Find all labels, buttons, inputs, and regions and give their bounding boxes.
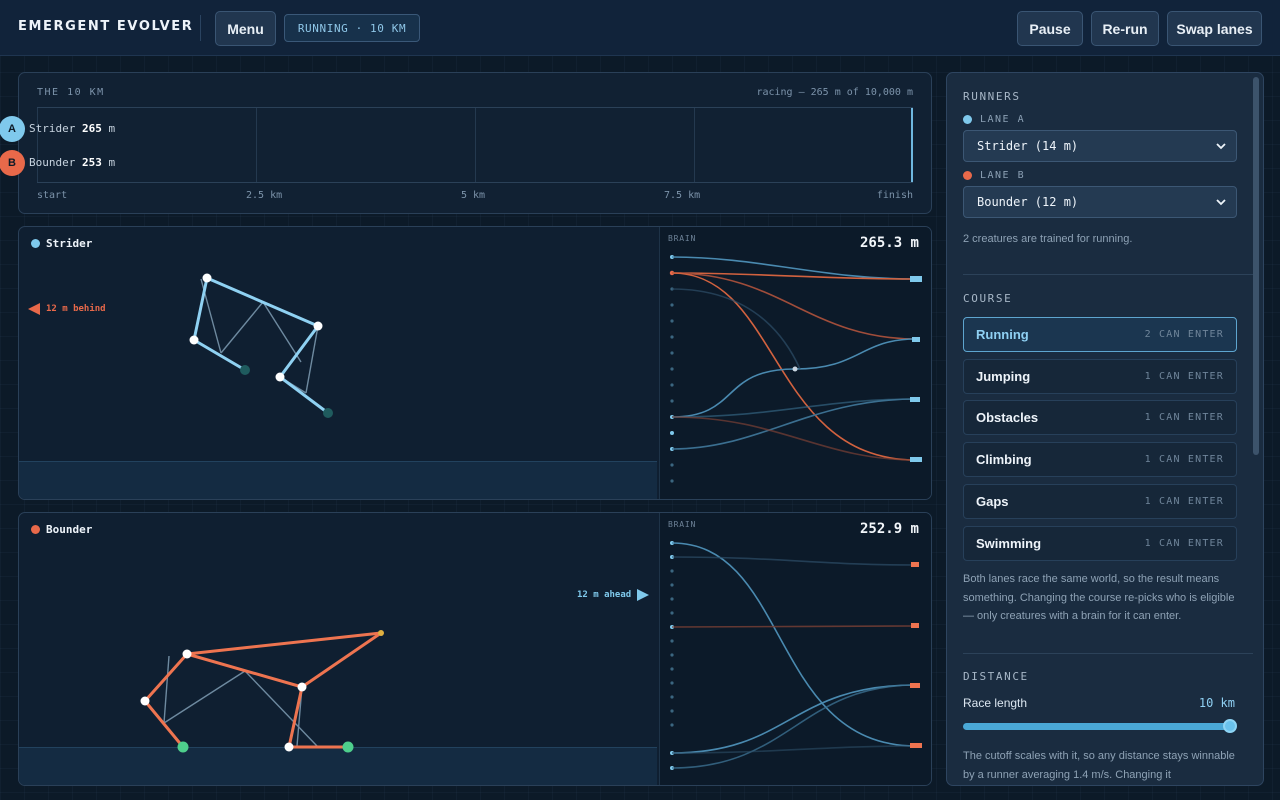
course-option-obstacles[interactable]: Obstacles 1 CAN ENTER	[963, 400, 1237, 435]
course-name: Climbing	[976, 452, 1032, 467]
runners-title: RUNNERS	[963, 90, 1021, 103]
lane-b-distance: 253	[81, 156, 102, 169]
lane-b-name: Bounder	[29, 156, 76, 169]
strider-panel: Strider 12 m behind BRAIN 265.3 m	[18, 226, 932, 500]
bounder-brain-graph	[670, 541, 922, 770]
pause-button[interactable]: Pause	[1017, 11, 1083, 46]
lane-a-heading-label: LANE A	[980, 114, 1026, 125]
bounder-creature	[140, 630, 384, 753]
lane-a-select[interactable]: Strider (14 m)	[963, 130, 1237, 162]
course-option-swimming[interactable]: Swimming 1 CAN ENTER	[963, 526, 1237, 561]
track-status: racing — 265 m of 10,000 m	[756, 87, 913, 98]
lane-a-progress: Strider 265 m	[29, 122, 115, 135]
strider-brain-graph	[669, 255, 922, 483]
course-option-climbing[interactable]: Climbing 1 CAN ENTER	[963, 442, 1237, 477]
course-name: Gaps	[976, 494, 1009, 509]
lane-b-badge: B	[0, 150, 25, 176]
lane-b-select-value: Bounder (12 m)	[977, 195, 1079, 209]
strider-creature	[189, 273, 333, 418]
lane-a-select-value: Strider (14 m)	[977, 139, 1079, 153]
lane-a-heading: LANE A	[963, 114, 1025, 125]
rerun-button[interactable]: Re-run	[1091, 11, 1159, 46]
runners-note: 2 creatures are trained for running.	[963, 233, 1133, 245]
track-title: THE 10 KM	[37, 87, 105, 98]
lane-b-heading-label: LANE B	[980, 170, 1026, 181]
course-option-running[interactable]: Running 2 CAN ENTER	[963, 317, 1237, 352]
course-name: Running	[976, 327, 1029, 342]
race-length-slider[interactable]	[963, 723, 1231, 730]
track-finish-line	[911, 108, 913, 182]
tick-finish: finish	[876, 190, 913, 201]
track-area	[37, 107, 913, 183]
course-eligibility: 1 CAN ENTER	[1144, 412, 1224, 423]
distance-title: DISTANCE	[963, 670, 1029, 683]
tick-5km: 5 km	[461, 190, 486, 201]
lane-b-unit: m	[108, 156, 116, 169]
lane-a-dot-icon	[963, 115, 972, 124]
menu-button[interactable]: Menu	[215, 11, 276, 46]
tick-7-5km: 7.5 km	[664, 190, 701, 201]
course-name: Jumping	[976, 369, 1031, 384]
course-title: COURSE	[963, 292, 1013, 305]
course-eligibility: 1 CAN ENTER	[1144, 454, 1224, 465]
lane-a-unit: m	[108, 122, 116, 135]
track-start-line	[37, 108, 38, 182]
tick-start: start	[37, 190, 68, 201]
lane-b-progress: Bounder 253 m	[29, 156, 115, 169]
lane-b-heading: LANE B	[963, 170, 1025, 181]
bounder-panel: Bounder 12 m ahead BRAIN 252.9 m	[18, 512, 932, 786]
lane-a-name: Strider	[29, 122, 76, 135]
course-eligibility: 1 CAN ENTER	[1144, 371, 1224, 382]
course-option-jumping[interactable]: Jumping 1 CAN ENTER	[963, 359, 1237, 394]
track-half-line	[475, 108, 476, 182]
header-divider	[200, 15, 201, 41]
lane-a-badge: A	[0, 116, 25, 142]
course-eligibility: 1 CAN ENTER	[1144, 538, 1224, 549]
distance-note: The cutoff scales with it, so any distan…	[963, 750, 1235, 781]
course-name: Swimming	[976, 536, 1042, 551]
lane-b-dot-icon	[963, 171, 972, 180]
course-note: Both lanes race the same world, so the r…	[963, 573, 1235, 622]
race-status-badge: RUNNING · 10 KM	[284, 14, 420, 42]
app-title: EMERGENT EVOLVER	[18, 19, 194, 34]
course-eligibility: 1 CAN ENTER	[1144, 496, 1224, 507]
race-length-label: Race length	[963, 696, 1028, 710]
top-bar: EMERGENT EVOLVER Menu RUNNING · 10 KM Pa…	[0, 0, 1280, 56]
section-divider	[963, 653, 1253, 654]
course-name: Obstacles	[976, 410, 1039, 425]
race-length-slider-thumb[interactable]	[1223, 719, 1237, 733]
race-length-value: 10 km	[1198, 696, 1235, 710]
sidebar-scrollbar[interactable]	[1253, 77, 1259, 455]
lane-a-distance: 265	[81, 122, 102, 135]
course-eligibility: 2 CAN ENTER	[1144, 329, 1224, 340]
section-divider	[963, 274, 1253, 275]
settings-sidebar: RUNNERS LANE A Strider (14 m) LANE B Bou…	[946, 72, 1264, 786]
race-track-panel: THE 10 KM racing — 265 m of 10,000 m sta…	[18, 72, 932, 214]
lane-b-select[interactable]: Bounder (12 m)	[963, 186, 1237, 218]
track-quarter-line	[256, 108, 257, 182]
track-three-quarter-line	[694, 108, 695, 182]
chevron-down-icon	[1216, 142, 1226, 149]
tick-2-5km: 2.5 km	[246, 190, 283, 201]
course-option-gaps[interactable]: Gaps 1 CAN ENTER	[963, 484, 1237, 519]
chevron-down-icon	[1216, 198, 1226, 205]
swap-lanes-button[interactable]: Swap lanes	[1167, 11, 1262, 46]
